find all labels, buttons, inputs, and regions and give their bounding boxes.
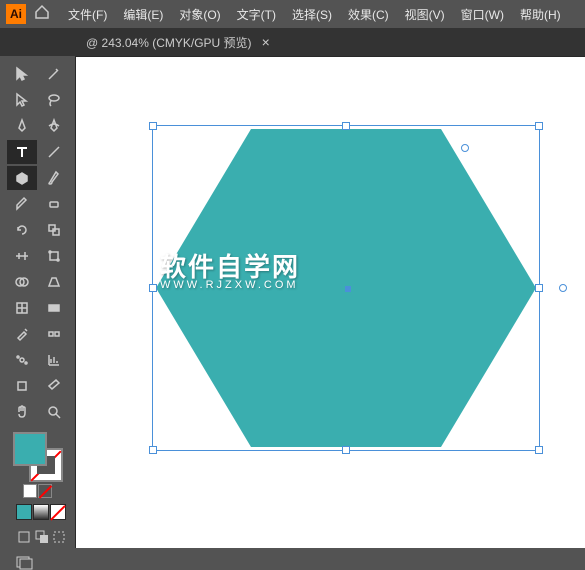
swatch-1[interactable] [16, 504, 32, 520]
menu-file[interactable]: 文件(F) [62, 2, 113, 27]
swap-colors-icon[interactable] [23, 484, 37, 498]
brush-tool[interactable] [39, 166, 69, 190]
color-section [8, 432, 68, 570]
swatch-row [8, 504, 68, 520]
lasso-tool[interactable] [39, 88, 69, 112]
fill-stroke-selector[interactable] [13, 432, 63, 482]
blend-tool[interactable] [39, 322, 69, 346]
pen-tool[interactable] [7, 114, 37, 138]
eraser-tool[interactable] [39, 192, 69, 216]
default-colors-icon[interactable] [38, 484, 52, 498]
menu-items: 文件(F) 编辑(E) 对象(O) 文字(T) 选择(S) 效果(C) 视图(V… [62, 2, 567, 27]
handle-top-left[interactable] [149, 122, 157, 130]
menubar: Ai 文件(F) 编辑(E) 对象(O) 文字(T) 选择(S) 效果(C) 视… [0, 0, 585, 28]
selection-tool[interactable] [7, 62, 37, 86]
swatch-3[interactable] [50, 504, 66, 520]
fill-color[interactable] [13, 432, 47, 466]
pencil-tool[interactable] [7, 192, 37, 216]
mesh-tool[interactable] [7, 296, 37, 320]
handle-middle-right[interactable] [535, 284, 543, 292]
scale-tool[interactable] [39, 218, 69, 242]
graph-tool[interactable] [39, 348, 69, 372]
draw-inside-icon[interactable] [51, 528, 68, 546]
center-anchor[interactable] [345, 286, 351, 292]
width-tool[interactable] [7, 244, 37, 268]
curvature-tool[interactable] [39, 114, 69, 138]
handle-top-middle[interactable] [342, 122, 350, 130]
corner-widget[interactable] [461, 144, 469, 152]
menu-select[interactable]: 选择(S) [286, 2, 338, 27]
document-tab[interactable]: @ 243.04% (CMYK/GPU 预览) × [78, 34, 278, 51]
home-icon[interactable] [34, 4, 50, 25]
handle-middle-left[interactable] [149, 284, 157, 292]
zoom-tool[interactable] [39, 400, 69, 424]
tab-bar: @ 243.04% (CMYK/GPU 预览) × [0, 28, 585, 56]
rotate-tool[interactable] [7, 218, 37, 242]
artboard-tool[interactable] [7, 374, 37, 398]
screen-mode-switcher[interactable] [8, 556, 68, 570]
app-logo: Ai [6, 4, 26, 24]
screen-mode-row [8, 528, 68, 546]
canvas[interactable]: 软件自学网 WWW.RJZXW.COM [76, 56, 585, 548]
magic-wand-tool[interactable] [39, 62, 69, 86]
slice-tool[interactable] [39, 374, 69, 398]
perspective-tool[interactable] [39, 270, 69, 294]
line-tool[interactable] [39, 140, 69, 164]
rotate-handle[interactable] [557, 282, 568, 293]
workspace: 软件自学网 WWW.RJZXW.COM [0, 56, 585, 548]
hand-tool[interactable] [7, 400, 37, 424]
menu-help[interactable]: 帮助(H) [514, 2, 567, 27]
menu-edit[interactable]: 编辑(E) [117, 2, 169, 27]
tool-grid [7, 62, 69, 424]
shape-builder-tool[interactable] [7, 270, 37, 294]
menu-window[interactable]: 窗口(W) [455, 2, 510, 27]
handle-bottom-left[interactable] [149, 446, 157, 454]
direct-selection-tool[interactable] [7, 88, 37, 112]
type-tool[interactable] [7, 140, 37, 164]
draw-normal-icon[interactable] [16, 528, 33, 546]
symbol-tool[interactable] [7, 348, 37, 372]
eyedropper-tool[interactable] [7, 322, 37, 346]
gradient-tool[interactable] [39, 296, 69, 320]
menu-type[interactable]: 文字(T) [231, 2, 282, 27]
handle-bottom-right[interactable] [535, 446, 543, 454]
tab-label: @ 243.04% (CMYK/GPU 预览) [86, 34, 252, 51]
toolbar [0, 56, 76, 548]
draw-behind-icon[interactable] [33, 528, 50, 546]
menu-effect[interactable]: 效果(C) [342, 2, 395, 27]
menu-object[interactable]: 对象(O) [173, 2, 226, 27]
handle-bottom-middle[interactable] [342, 446, 350, 454]
watermark-url: WWW.RJZXW.COM [160, 279, 299, 291]
polygon-tool[interactable] [7, 166, 37, 190]
close-icon[interactable]: × [262, 34, 270, 50]
handle-top-right[interactable] [535, 122, 543, 130]
swatch-2[interactable] [33, 504, 49, 520]
free-transform-tool[interactable] [39, 244, 69, 268]
menu-view[interactable]: 视图(V) [399, 2, 451, 27]
